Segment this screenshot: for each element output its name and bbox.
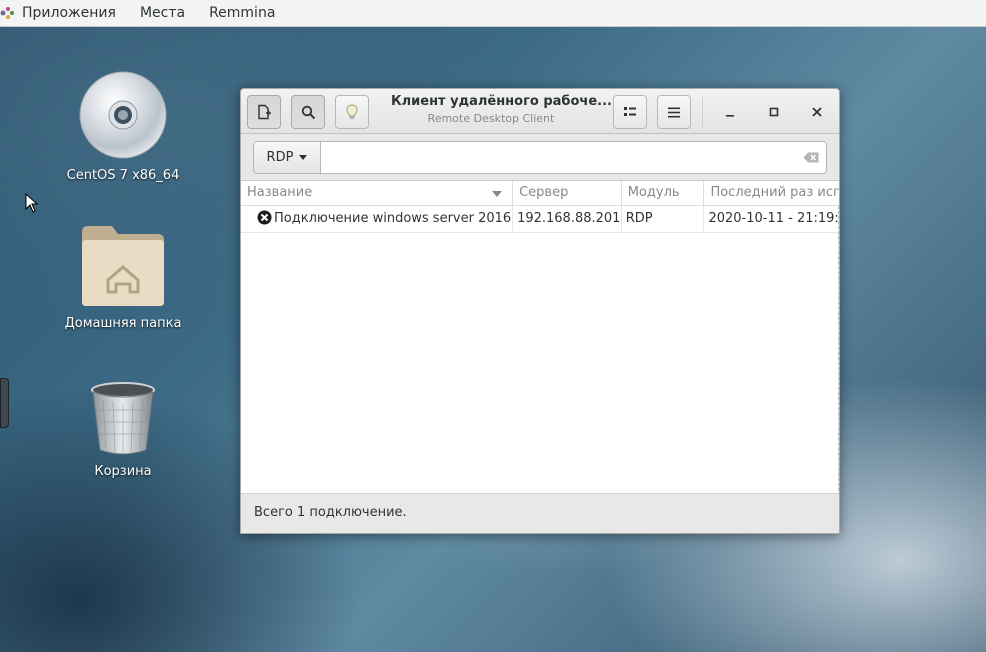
window-title: Клиент удалённого рабоче...	[391, 94, 612, 109]
view-toggle-button[interactable]	[613, 95, 647, 129]
desktop-icon-home[interactable]: Домашняя папка	[53, 222, 193, 331]
protocol-dropdown-value: RDP	[266, 150, 294, 165]
chevron-down-icon	[299, 155, 308, 160]
cell-last-used: 2020-10-11 - 21:19:	[708, 211, 838, 226]
disconnected-status-icon	[257, 210, 272, 225]
minimize-button[interactable]	[715, 97, 745, 127]
remmina-window: Клиент удалённого рабоче... Remote Deskt…	[240, 88, 840, 534]
clear-input-icon[interactable]	[803, 152, 819, 163]
desktop-icon-trash[interactable]: Корзина	[53, 380, 193, 479]
search-button[interactable]	[291, 95, 325, 129]
trash-icon	[91, 382, 155, 455]
home-folder-icon	[82, 226, 164, 306]
desktop-icon-label: CentOS 7 x86_64	[66, 168, 180, 183]
column-header-plugin[interactable]: Модуль	[622, 181, 705, 206]
places-menu[interactable]: Места	[140, 5, 185, 21]
status-bar: Всего 1 подключение.	[241, 493, 839, 533]
edge-handle[interactable]	[0, 378, 9, 428]
column-header-server[interactable]: Сервер	[513, 181, 622, 206]
protocol-dropdown[interactable]: RDP	[253, 141, 321, 174]
search-toolbar: RDP	[241, 134, 839, 181]
bulb-icon	[346, 104, 358, 119]
column-header-name[interactable]: Название	[241, 181, 514, 206]
connection-list: Подключение windows server 2016 192.168.…	[241, 206, 839, 521]
search-input[interactable]	[321, 141, 827, 174]
applications-icon[interactable]	[0, 5, 16, 21]
column-header-label: Сервер	[519, 185, 569, 200]
column-header-label: Название	[247, 185, 313, 200]
quick-connect-button[interactable]	[335, 95, 369, 129]
cell-name: Подключение windows server 2016	[241, 206, 514, 233]
table-header: Название Сервер Модуль Последний раз исп	[241, 181, 839, 206]
cell-server: 192.168.88.201	[513, 206, 622, 233]
desktop-icon-centos[interactable]: CentOS 7 x86_64	[53, 70, 193, 183]
mouse-cursor-icon	[25, 193, 39, 213]
maximize-button[interactable]	[759, 97, 789, 127]
minimize-icon	[726, 115, 734, 117]
view-list-icon	[624, 107, 636, 116]
sort-descending-icon	[492, 191, 503, 197]
header-separator	[702, 97, 703, 127]
desktop-icon-label: Домашняя папка	[64, 316, 182, 331]
applications-menu[interactable]: Приложения	[22, 5, 116, 21]
main-menu-button[interactable]	[657, 95, 691, 129]
connection-name: Подключение windows server 2016	[274, 211, 512, 226]
app-menu-remmina[interactable]: Remmina	[209, 5, 275, 21]
column-header-label: Последний раз исп	[710, 185, 839, 200]
column-header-label: Модуль	[627, 185, 680, 200]
search-icon	[301, 105, 315, 119]
hamburger-menu-icon	[668, 107, 680, 117]
top-panel: Приложения Места Remmina	[0, 0, 986, 27]
cell-plugin: RDP	[622, 206, 705, 233]
cd-disc-icon	[79, 71, 167, 159]
new-connection-button[interactable]	[247, 95, 281, 129]
maximize-icon	[769, 107, 779, 117]
header-bar: Клиент удалённого рабоче... Remote Deskt…	[241, 89, 839, 134]
window-title-area: Клиент удалённого рабоче... Remote Deskt…	[391, 94, 612, 125]
close-button[interactable]	[802, 97, 832, 127]
column-header-last-used[interactable]: Последний раз исп	[704, 181, 839, 206]
table-row[interactable]: Подключение windows server 2016 192.168.…	[241, 206, 838, 233]
close-icon	[812, 107, 822, 117]
desktop-icon-label: Корзина	[94, 464, 152, 479]
window-subtitle: Remote Desktop Client	[427, 112, 555, 125]
new-connection-icon	[258, 104, 271, 120]
